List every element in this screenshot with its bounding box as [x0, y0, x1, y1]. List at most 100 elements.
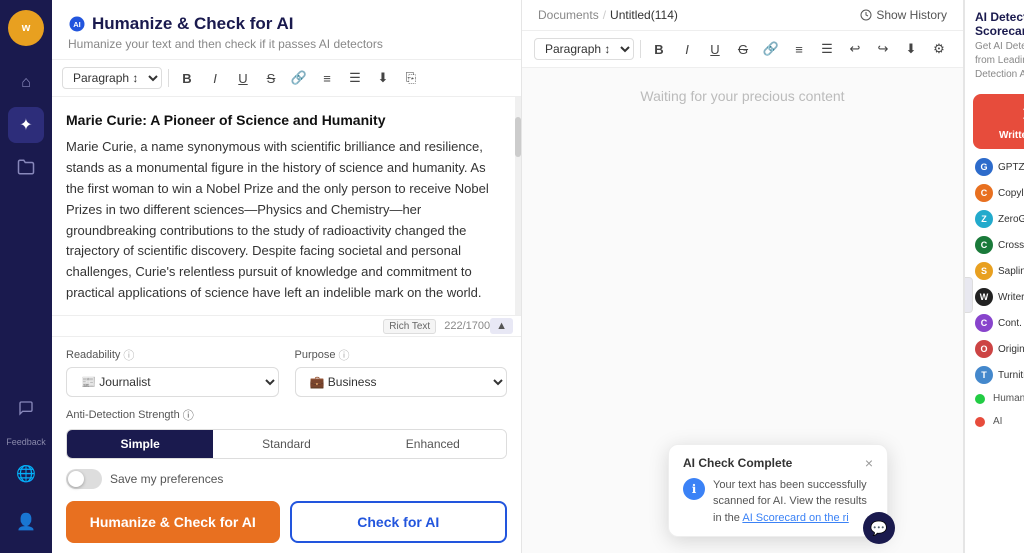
strength-label: Anti-Detection Strength ⓘ: [66, 407, 507, 423]
copy-button[interactable]: ⎘: [399, 66, 423, 90]
download-button[interactable]: ⬇: [371, 66, 395, 90]
doc-paragraph-select[interactable]: Paragraph ↕: [534, 38, 634, 60]
purpose-group: Purpose ⓘ 💼 Business General Academic Te…: [295, 347, 508, 397]
toast-body: ℹ Your text has been successfully scanne…: [683, 477, 873, 527]
doc-bold-button[interactable]: B: [647, 37, 671, 61]
editor-scrollbar[interactable]: [515, 97, 521, 315]
turnitin-icon: T: [975, 366, 993, 384]
zerogpt-label: ZeroGPT: [998, 214, 1024, 225]
humanize-button[interactable]: Humanize & Check for AI: [66, 501, 280, 543]
controls-row: Readability ⓘ 📰 Journalist Elementary Hi…: [66, 347, 507, 397]
purpose-label: Purpose ⓘ: [295, 347, 508, 363]
check-button[interactable]: Check for AI: [290, 501, 508, 543]
readability-select[interactable]: 📰 Journalist Elementary High School Coll…: [66, 367, 279, 397]
scrollbar-thumb: [515, 117, 521, 157]
doc-align-button[interactable]: ≡: [787, 37, 811, 61]
paragraph-select[interactable]: Paragraph ↕: [62, 67, 162, 89]
avatar[interactable]: w: [8, 10, 44, 46]
sidebar-item-home[interactable]: ⌂: [8, 65, 44, 101]
toast-title: AI Check Complete: [683, 456, 792, 470]
toast-icon: ℹ: [683, 478, 705, 500]
readability-label: Readability ⓘ: [66, 347, 279, 363]
doc-link-button[interactable]: 🔗: [759, 37, 783, 61]
page-subtitle: Humanize your text and then check if it …: [68, 37, 505, 51]
ai-label: AI: [993, 416, 1002, 427]
sidebar-item-profile[interactable]: 👤: [8, 504, 44, 540]
list-button[interactable]: ≡: [315, 66, 339, 90]
strength-simple[interactable]: Simple: [67, 430, 213, 458]
strength-standard[interactable]: Standard: [213, 430, 359, 458]
toast-chat-button[interactable]: 💬: [863, 512, 895, 544]
readability-group: Readability ⓘ 📰 Journalist Elementary Hi…: [66, 347, 279, 397]
collapse-button[interactable]: ▲: [490, 318, 513, 334]
breadcrumb-separator: /: [603, 8, 606, 22]
doc-underline-button[interactable]: U: [703, 37, 727, 61]
toast-close-button[interactable]: ×: [865, 455, 873, 471]
preferences-row: Save my preferences: [66, 469, 507, 489]
editor-footer: Rich Text 222/1700 ▲: [52, 315, 521, 336]
editor-content[interactable]: Marie Curie: A Pioneer of Science and Hu…: [52, 97, 521, 315]
doc-undo-button[interactable]: ↩: [843, 37, 867, 61]
readability-info-icon[interactable]: ⓘ: [123, 347, 134, 363]
toast-link[interactable]: AI Scorecard on the ri: [742, 512, 848, 524]
breadcrumb-current: Untitled(114): [610, 8, 678, 22]
detector-item-zerogpt: Z ZeroGPT ✕: [971, 207, 1024, 231]
contscale-icon: C: [975, 314, 993, 332]
detector-item-sapling: S Sapling ✕: [971, 259, 1024, 283]
detector-list: G GPTZero ✕ C Copyleaks ✕ Z ZeroGPT ✕ C …: [965, 155, 1024, 387]
feedback-label: Feedback: [6, 437, 46, 447]
sapling-icon: S: [975, 262, 993, 280]
sidebar: w ⌂ ✦ Feedback 🌐 👤: [0, 0, 52, 553]
sidebar-item-feedback[interactable]: [8, 390, 44, 426]
strength-enhanced[interactable]: Enhanced: [360, 430, 506, 458]
detector-item-contscale: C Cont. Scale ✕: [971, 311, 1024, 335]
sidebar-item-globe[interactable]: 🌐: [8, 456, 44, 492]
contscale-label: Cont. Scale: [998, 318, 1024, 329]
editor-area: Marie Curie: A Pioneer of Science and Hu…: [52, 97, 521, 315]
strength-info-icon[interactable]: ⓘ: [183, 407, 194, 423]
gptzero-label: GPTZero: [998, 162, 1024, 173]
link-button[interactable]: 🔗: [287, 66, 311, 90]
zerogpt-icon: Z: [975, 210, 993, 228]
align-button[interactable]: ☰: [343, 66, 367, 90]
originality-icon: O: [975, 340, 993, 358]
preferences-label: Save my preferences: [110, 472, 223, 486]
preferences-toggle[interactable]: [66, 469, 102, 489]
toast-header: AI Check Complete ×: [683, 455, 873, 471]
doc-redo-button[interactable]: ↪: [871, 37, 895, 61]
main-panel: AI Humanize & Check for AI Humanize your…: [52, 0, 522, 553]
char-count: 222/1700: [444, 320, 490, 332]
scorecard-subtitle: Get AI Detection Scores from Leading AI …: [975, 40, 1024, 82]
panel-collapse-button[interactable]: ›: [964, 277, 973, 313]
bold-button[interactable]: B: [175, 66, 199, 90]
detector-item-gptzero: G GPTZero ✕: [971, 155, 1024, 179]
show-history-button[interactable]: Show History: [860, 8, 947, 22]
underline-button[interactable]: U: [231, 66, 255, 90]
avatar-initial: w: [22, 22, 31, 34]
doc-list-button[interactable]: ☰: [815, 37, 839, 61]
strikethrough-button[interactable]: S: [259, 66, 283, 90]
doc-download-button[interactable]: ⬇: [899, 37, 923, 61]
doc-italic-button[interactable]: I: [675, 37, 699, 61]
copyleaks-label: Copyleaks: [998, 188, 1024, 199]
doc-toolbar: Paragraph ↕ B I U G 🔗 ≡ ☰ ↩ ↪ ⬇ ⚙: [522, 31, 963, 68]
toolbar-divider-1: [168, 69, 169, 87]
purpose-info-icon[interactable]: ⓘ: [338, 347, 349, 363]
sidebar-item-folder[interactable]: [8, 149, 44, 185]
sidebar-item-ai[interactable]: ✦: [8, 107, 44, 143]
human-dot: [975, 394, 985, 404]
legend-ai: AI: [965, 410, 1024, 433]
doc-strikethrough-button[interactable]: G: [731, 37, 755, 61]
italic-button[interactable]: I: [203, 66, 227, 90]
content-title: Marie Curie: A Pioneer of Science and Hu…: [66, 109, 507, 131]
originality-label: Originality: [998, 344, 1024, 355]
toggle-thumb: [68, 471, 84, 487]
strength-row: Anti-Detection Strength ⓘ Simple Standar…: [66, 407, 507, 459]
strength-buttons: Simple Standard Enhanced: [66, 429, 507, 459]
content-paragraph-1: Marie Curie, a name synonymous with scie…: [66, 137, 507, 303]
doc-settings-button[interactable]: ⚙: [927, 37, 951, 61]
purpose-select[interactable]: 💼 Business General Academic Technical Cr…: [295, 367, 508, 397]
ai-result-label: Written by AI: [999, 130, 1024, 141]
detector-item-originality: O Originality ✕: [971, 337, 1024, 361]
content-section-title: Early Life and Education: [66, 312, 507, 315]
